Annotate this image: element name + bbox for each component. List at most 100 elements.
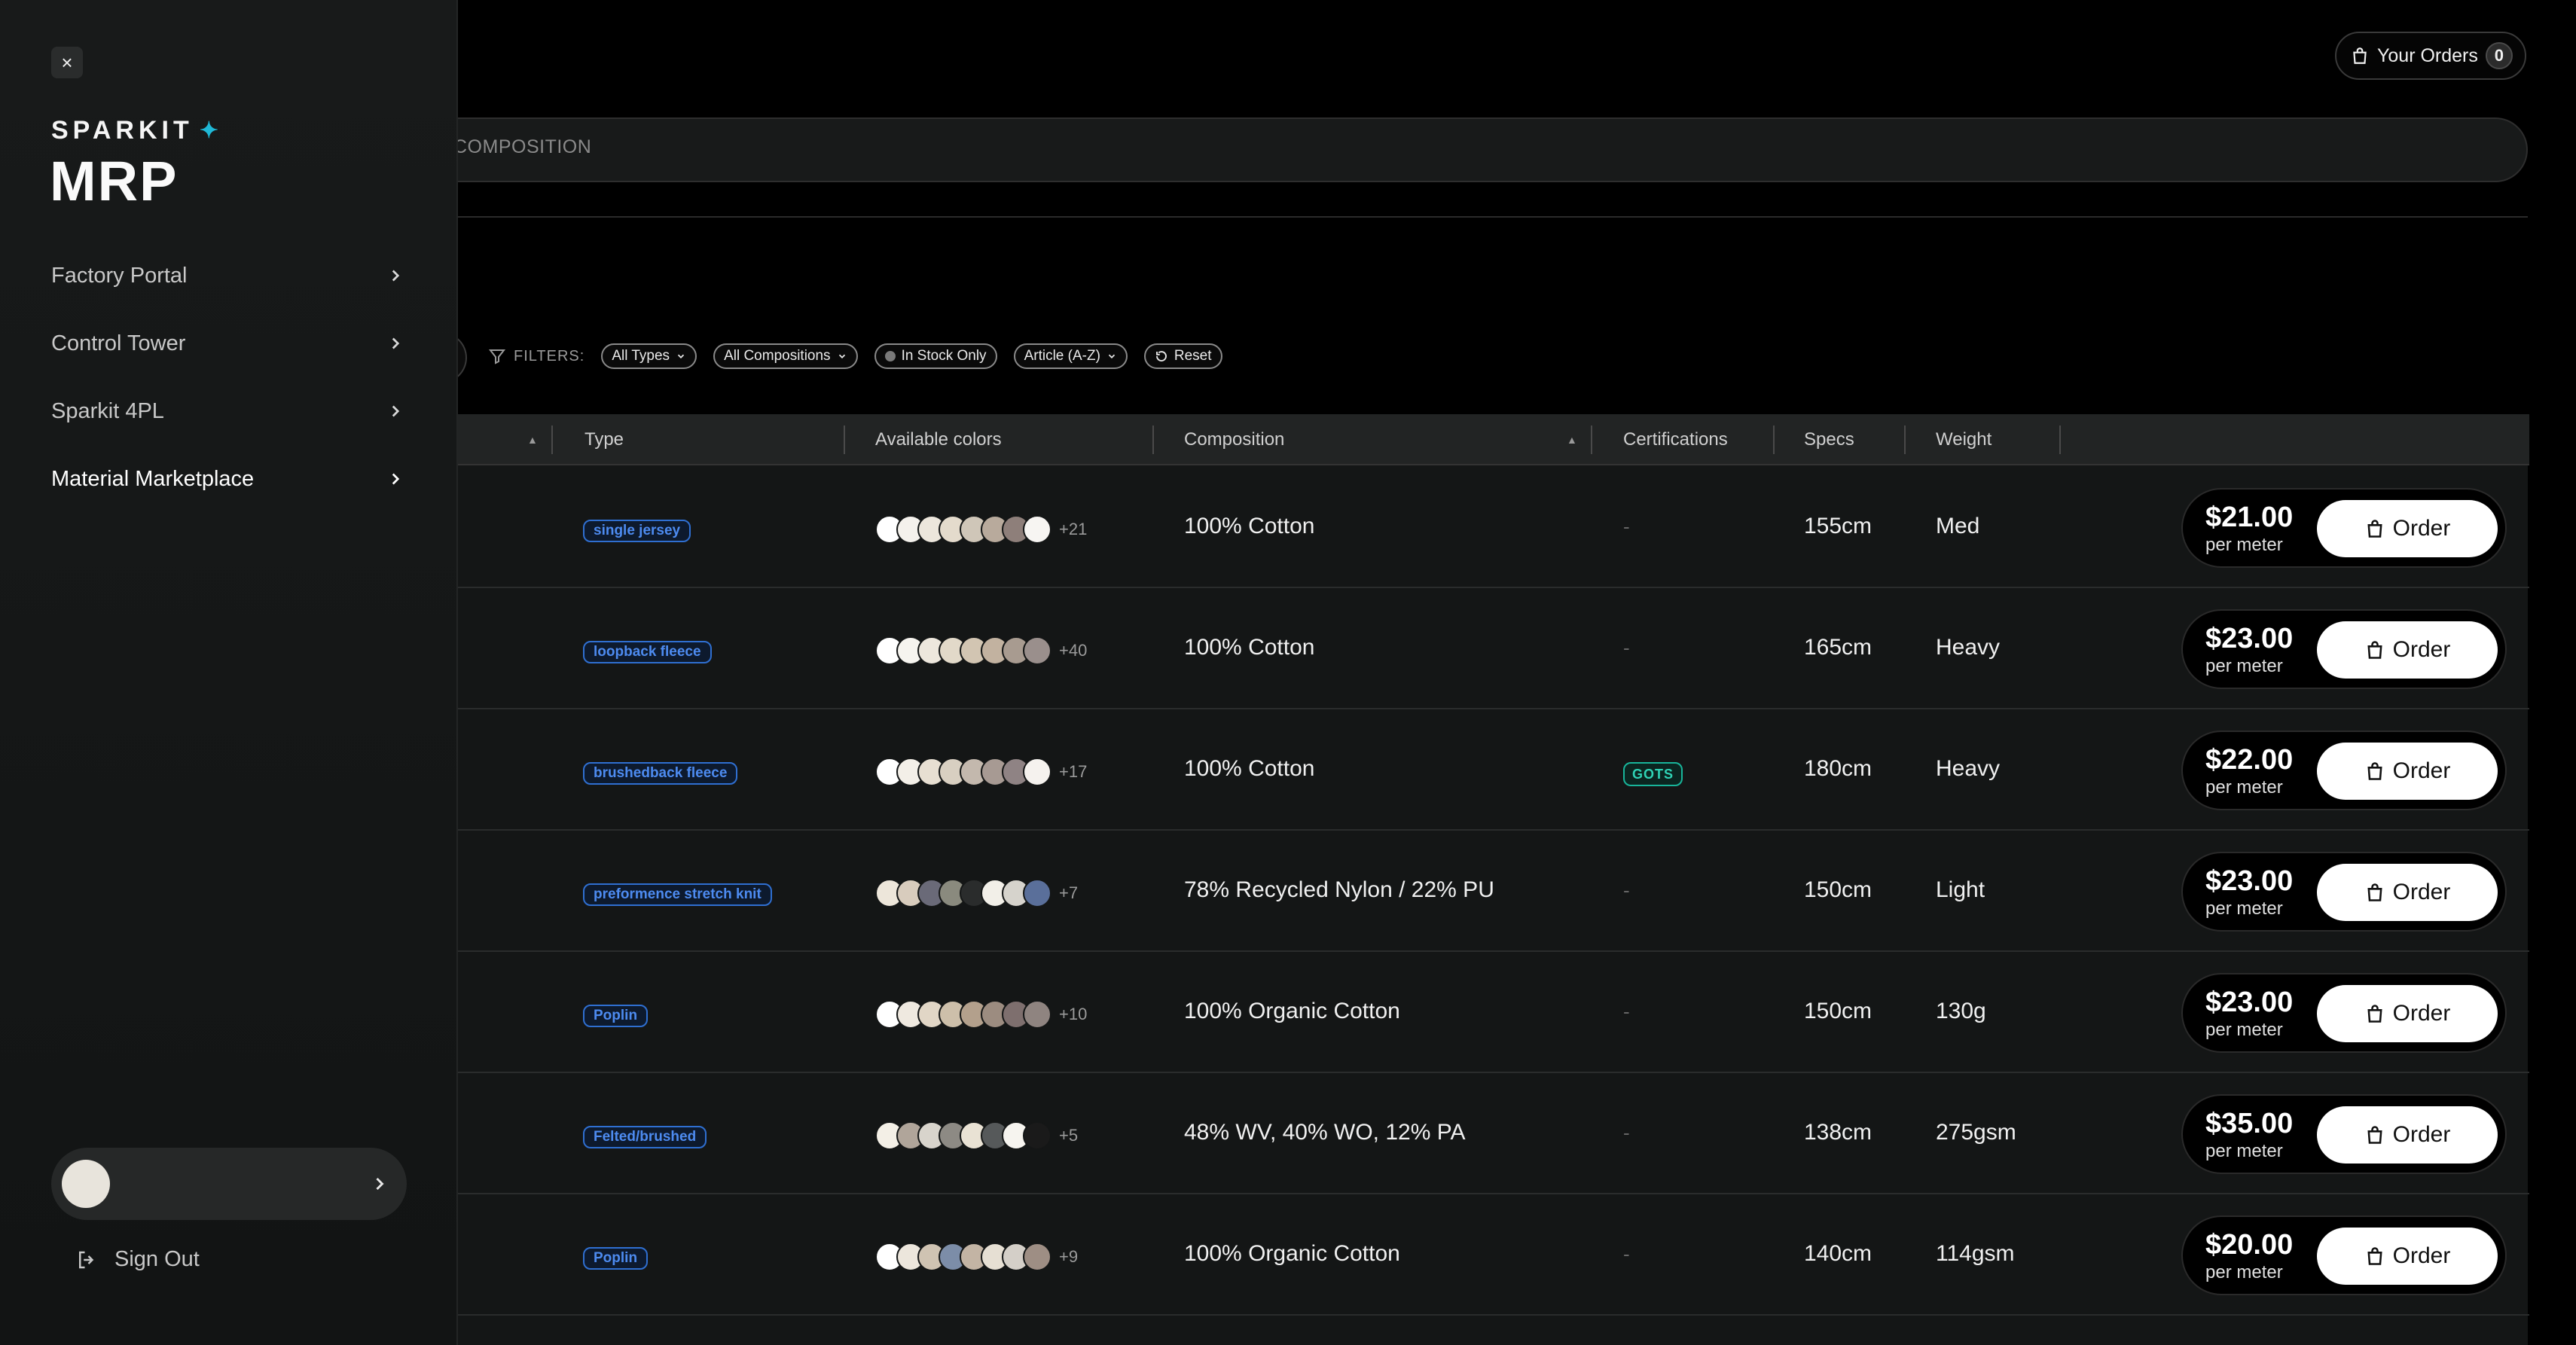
sort-asc-icon[interactable]: ▲ — [527, 434, 538, 446]
shopping-bag-icon — [2364, 639, 2385, 660]
price-value: $22.00 — [2205, 744, 2294, 776]
more-colors-count[interactable]: +9 — [1059, 1247, 1078, 1267]
table-row[interactable]: preformence stretch knit +7 78% Recycled… — [423, 831, 2529, 952]
type-filter-dropdown[interactable]: All Types — [601, 343, 697, 369]
available-colors: +9 — [875, 1243, 1078, 1271]
composition-cell: 48% WV, 40% WO, 12% PA — [1184, 1120, 1466, 1145]
price-unit: per meter — [2205, 898, 2283, 919]
color-swatch[interactable] — [1023, 515, 1051, 544]
order-label: Order — [2392, 516, 2451, 541]
column-specs[interactable]: Specs — [1804, 429, 1854, 450]
table-row[interactable]: brushedback fleece +17 100% Cotton GOTS … — [423, 709, 2529, 831]
price-unit: per meter — [2205, 1020, 2283, 1040]
more-colors-count[interactable]: +7 — [1059, 883, 1078, 903]
price-order-group: $21.00 per meter Order — [2181, 488, 2507, 568]
order-button[interactable]: Order — [2317, 1106, 2498, 1164]
composition-cell: 100% Cotton — [1184, 514, 1315, 538]
certification-empty: - — [1623, 515, 1630, 538]
sidebar-item-factory-portal[interactable]: Factory Portal — [51, 253, 405, 298]
column-divider — [844, 425, 845, 454]
more-colors-count[interactable]: +5 — [1059, 1126, 1078, 1145]
composition-filter-label: All Compositions — [724, 348, 831, 364]
order-label: Order — [2392, 1122, 2451, 1147]
column-divider — [1904, 425, 1906, 454]
sort-asc-icon[interactable]: ▲ — [1567, 434, 1577, 446]
sign-out-label: Sign Out — [114, 1247, 200, 1271]
table-row[interactable]: loopback fleece +40 100% Cotton - 165cm … — [423, 588, 2529, 709]
order-button[interactable]: Order — [2317, 621, 2498, 679]
close-sidebar-button[interactable]: × — [51, 47, 83, 78]
sidebar-item-material-marketplace[interactable]: Material Marketplace — [51, 456, 405, 502]
more-colors-count[interactable]: +10 — [1059, 1005, 1087, 1024]
column-weight[interactable]: Weight — [1936, 429, 1992, 450]
chevron-down-icon — [838, 354, 845, 358]
order-button[interactable]: Order — [2317, 743, 2498, 800]
user-profile-card[interactable] — [51, 1148, 407, 1220]
weight-cell: Light — [1936, 877, 1985, 902]
sparkle-icon: ✦ — [199, 118, 223, 143]
column-divider — [551, 425, 553, 454]
composition-cell: 100% Cotton — [1184, 756, 1315, 781]
sidebar-item-sparkit-4pl[interactable]: Sparkit 4PL — [51, 389, 405, 434]
color-swatch[interactable] — [1023, 1121, 1051, 1150]
table-row[interactable]: Poplin +9 100% Organic Cotton - 140cm 11… — [423, 1194, 2529, 1316]
sidebar-item-control-tower[interactable]: Control Tower — [51, 321, 405, 366]
sidebar-item-label: Control Tower — [51, 331, 186, 355]
available-colors: +21 — [875, 515, 1087, 544]
column-certifications[interactable]: Certifications — [1623, 429, 1728, 450]
specs-cell: 140cm — [1804, 1241, 1872, 1266]
more-colors-count[interactable]: +21 — [1059, 520, 1087, 539]
available-colors: +7 — [875, 879, 1078, 907]
composition-filter-dropdown[interactable]: All Compositions — [713, 343, 858, 369]
table-row[interactable]: single jersey +21 100% Cotton - 155cm Me… — [423, 467, 2529, 588]
orders-count-badge: 0 — [2485, 42, 2513, 69]
sort-dropdown[interactable]: Article (A-Z) — [1013, 343, 1128, 369]
certification-empty: - — [1623, 1243, 1630, 1265]
brand-name: SPARKIT — [51, 116, 194, 145]
price-order-group: $35.00 per meter Order — [2181, 1094, 2507, 1174]
composition-cell: 100% Organic Cotton — [1184, 999, 1400, 1023]
sidebar-drawer: × SPARKIT ✦ MRP Factory Portal Control T… — [0, 0, 458, 1345]
search-input[interactable] — [422, 117, 2528, 182]
color-swatch[interactable] — [1023, 879, 1051, 907]
shopping-bag-icon — [2353, 47, 2367, 64]
type-tag: preformence stretch knit — [583, 883, 772, 906]
column-colors[interactable]: Available colors — [875, 429, 1002, 450]
your-orders-label: Your Orders — [2377, 44, 2478, 66]
column-type[interactable]: Type — [584, 429, 624, 450]
order-button[interactable]: Order — [2317, 985, 2498, 1042]
order-button[interactable]: Order — [2317, 500, 2498, 557]
table-row[interactable]: Felted/brushed +5 48% WV, 40% WO, 12% PA… — [423, 1073, 2529, 1194]
price-order-group: $22.00 per meter Order — [2181, 730, 2507, 810]
order-button[interactable]: Order — [2317, 864, 2498, 921]
table-row[interactable]: Poplin +10 100% Organic Cotton - 150cm 1… — [423, 952, 2529, 1073]
table-header: ▲ Type Available colors Composition ▲ Ce… — [423, 414, 2529, 465]
order-label: Order — [2392, 880, 2451, 904]
in-stock-toggle[interactable]: In Stock Only — [874, 343, 997, 369]
column-composition[interactable]: Composition — [1184, 429, 1284, 450]
color-swatch[interactable] — [1023, 1000, 1051, 1029]
reset-label: Reset — [1174, 348, 1212, 364]
gots-certification-badge: GOTS — [1623, 762, 1683, 786]
order-button[interactable]: Order — [2317, 1228, 2498, 1285]
sidebar-item-label: Sparkit 4PL — [51, 398, 164, 423]
your-orders-button[interactable]: Your Orders 0 — [2335, 32, 2526, 80]
available-colors: +5 — [875, 1121, 1078, 1150]
specs-cell: 138cm — [1804, 1120, 1872, 1145]
reset-button[interactable]: Reset — [1143, 343, 1222, 369]
price-value: $35.00 — [2205, 1108, 2294, 1139]
color-swatch[interactable] — [1023, 758, 1051, 786]
composition-cell: 78% Recycled Nylon / 22% PU — [1184, 877, 1494, 902]
price-order-group: $20.00 per meter Order — [2181, 1215, 2507, 1295]
more-colors-count[interactable]: +40 — [1059, 641, 1087, 660]
type-tag: loopback fleece — [583, 641, 712, 663]
sign-out-button[interactable]: Sign Out — [75, 1247, 200, 1272]
price-unit: per meter — [2205, 1262, 2283, 1282]
available-colors: +40 — [875, 636, 1087, 665]
color-swatch[interactable] — [1023, 636, 1051, 665]
more-colors-count[interactable]: +17 — [1059, 762, 1087, 782]
type-tag: single jersey — [583, 520, 691, 542]
order-label: Order — [2392, 1001, 2451, 1026]
color-swatch[interactable] — [1023, 1243, 1051, 1271]
specs-cell: 180cm — [1804, 756, 1872, 781]
